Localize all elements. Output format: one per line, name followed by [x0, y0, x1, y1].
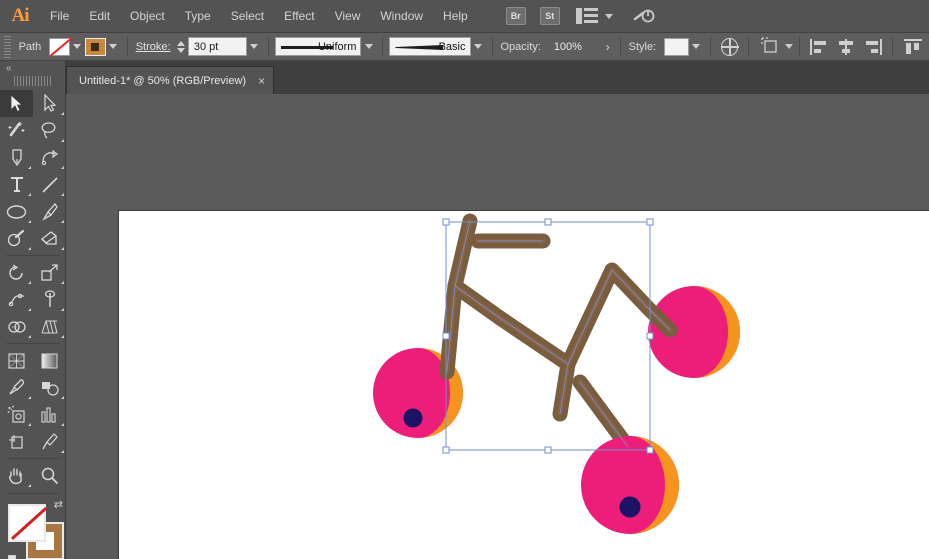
- column-graph-tool[interactable]: [33, 401, 66, 428]
- eraser-tool[interactable]: [33, 225, 66, 252]
- basic-brush-icon: [395, 45, 444, 50]
- pen-tool[interactable]: [0, 144, 33, 171]
- opacity-expand-chevron-right-icon[interactable]: ›: [602, 40, 614, 54]
- lasso-tool[interactable]: [33, 117, 66, 144]
- canvas-area[interactable]: [66, 94, 929, 559]
- tools-grid: [0, 90, 65, 489]
- fill-stroke-controls: ⇄: [0, 498, 65, 559]
- blend-tool[interactable]: [33, 374, 66, 401]
- menu-bar: Ai File Edit Object Type Select Effect V…: [0, 0, 929, 33]
- curvature-tool[interactable]: [33, 144, 66, 171]
- graphic-style-swatch[interactable]: [664, 37, 689, 56]
- selection-tool[interactable]: [0, 90, 33, 117]
- style-label: Style:: [628, 40, 657, 53]
- app-logo: Ai: [11, 5, 30, 26]
- recolor-artwork-icon[interactable]: [720, 37, 739, 56]
- stroke-weight-input[interactable]: 30 pt: [187, 37, 247, 56]
- artboard-tool[interactable]: [0, 428, 33, 455]
- fill-swatch[interactable]: [8, 504, 46, 542]
- tools-panel: « ⇄: [0, 61, 66, 559]
- collapse-panel-icon[interactable]: «: [6, 63, 11, 74]
- stroke-weight-label: Stroke:: [135, 40, 171, 53]
- width-tool[interactable]: [0, 286, 33, 313]
- distribute-icon[interactable]: [904, 38, 923, 55]
- symbol-sprayer-tool[interactable]: [0, 401, 33, 428]
- magic-wand-tool[interactable]: [0, 117, 33, 144]
- document-tab[interactable]: Untitled-1* @ 50% (RGB/Preview) ×: [66, 66, 275, 94]
- workspace-switcher-icon[interactable]: [575, 8, 598, 24]
- slice-tool[interactable]: [33, 428, 66, 455]
- ellipse-tool[interactable]: [0, 198, 33, 225]
- align-right-icon[interactable]: [864, 38, 883, 55]
- tools-panel-header[interactable]: «: [0, 61, 65, 75]
- opacity-label: Opacity:: [500, 40, 541, 53]
- shaper-pencil-tool[interactable]: [0, 225, 33, 252]
- eyedropper-tool[interactable]: [0, 374, 33, 401]
- artwork[interactable]: [66, 94, 929, 559]
- selected-object-type: Path: [18, 40, 42, 53]
- direct-selection-tool[interactable]: [33, 90, 66, 117]
- menu-effect[interactable]: Effect: [274, 0, 324, 33]
- menu-select[interactable]: Select: [221, 0, 274, 33]
- menubar-right-group: Br St: [500, 6, 655, 26]
- ball-bottom-dot: [619, 496, 641, 518]
- transform-chevron-down-icon[interactable]: [784, 44, 793, 49]
- transform-icon[interactable]: [759, 36, 781, 57]
- close-icon[interactable]: ×: [258, 75, 265, 87]
- search-adobe-stock-icon[interactable]: [633, 6, 655, 26]
- document-tab-title: Untitled-1* @ 50% (RGB/Preview): [79, 74, 247, 87]
- stroke-color-swatch[interactable]: [84, 37, 106, 56]
- uniform-profile-icon: [280, 46, 333, 49]
- scale-tool[interactable]: [33, 259, 66, 286]
- hand-tool[interactable]: [0, 462, 33, 489]
- swap-fill-stroke-icon[interactable]: ⇄: [54, 498, 63, 511]
- menu-edit[interactable]: Edit: [79, 0, 120, 33]
- type-tool[interactable]: [0, 171, 33, 198]
- fill-color-swatch[interactable]: [49, 37, 70, 56]
- menu-object[interactable]: Object: [120, 0, 175, 33]
- gradient-tool[interactable]: [33, 347, 66, 374]
- tools-panel-grip[interactable]: [13, 76, 52, 86]
- opacity-input[interactable]: 100%: [548, 37, 602, 56]
- brush-definition-select[interactable]: Basic: [389, 37, 471, 56]
- control-bar: Path Stroke: 30 pt Uniform Basic Opacity…: [0, 33, 929, 61]
- ball-left-dot: [403, 408, 423, 428]
- paintbrush-tool[interactable]: [33, 198, 66, 225]
- menu-file[interactable]: File: [40, 0, 79, 33]
- shape-builder-tool[interactable]: [0, 313, 33, 340]
- align-center-icon[interactable]: [837, 38, 854, 55]
- stroke-profile-select[interactable]: Uniform: [274, 37, 362, 56]
- menu-window[interactable]: Window: [370, 0, 433, 33]
- menu-help[interactable]: Help: [433, 0, 478, 33]
- perspective-grid-tool[interactable]: [33, 313, 66, 340]
- ball-bottom: [581, 436, 679, 534]
- stroke-profile-chevron-down-icon[interactable]: [361, 37, 376, 57]
- control-bar-grip[interactable]: [4, 35, 11, 58]
- align-left-icon[interactable]: [810, 38, 827, 55]
- default-fill-stroke-icon[interactable]: [4, 555, 17, 559]
- brush-chevron-down-icon[interactable]: [471, 37, 486, 57]
- bridge-button[interactable]: Br: [505, 7, 526, 25]
- stroke-weight-chevron-down-icon[interactable]: [247, 37, 262, 57]
- stroke-weight-stepper[interactable]: [176, 40, 186, 53]
- style-chevron-down-icon[interactable]: [689, 37, 704, 57]
- line-segment-tool[interactable]: [33, 171, 66, 198]
- stock-button[interactable]: St: [539, 7, 560, 25]
- document-tab-bar: Untitled-1* @ 50% (RGB/Preview) ×: [0, 61, 929, 94]
- mesh-tool[interactable]: [0, 347, 33, 374]
- chevron-down-icon[interactable]: [604, 13, 613, 19]
- stroke-dropdown-chevron-down-icon[interactable]: [106, 37, 121, 57]
- rotate-tool[interactable]: [0, 259, 33, 286]
- stick-figure-highlight: [444, 218, 673, 450]
- fill-dropdown-chevron-down-icon[interactable]: [70, 37, 85, 57]
- menu-view[interactable]: View: [325, 0, 371, 33]
- illustrator-window: Ai File Edit Object Type Select Effect V…: [0, 0, 929, 559]
- free-transform-tool[interactable]: [33, 286, 66, 313]
- zoom-tool[interactable]: [33, 462, 66, 489]
- menu-type[interactable]: Type: [175, 0, 221, 33]
